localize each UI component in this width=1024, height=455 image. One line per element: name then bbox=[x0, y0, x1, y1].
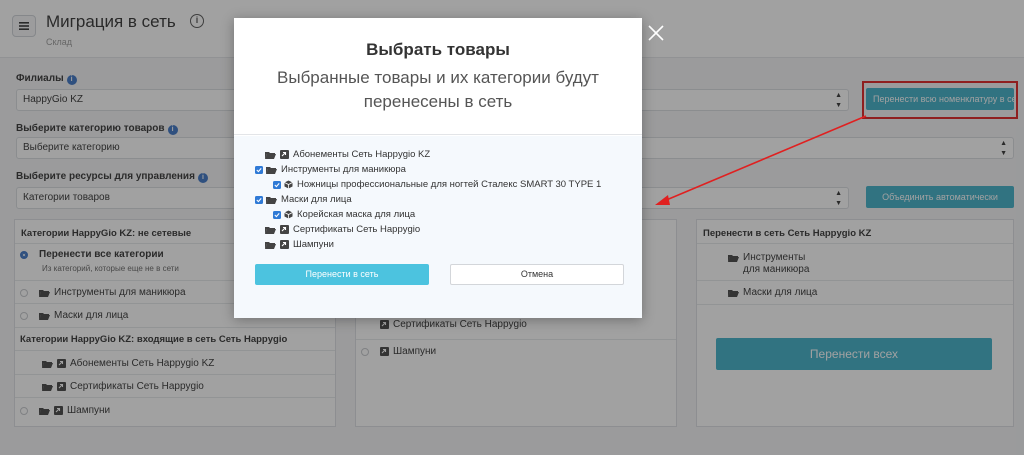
folder-open-icon bbox=[265, 151, 276, 159]
cube-icon bbox=[284, 210, 293, 219]
tree-item[interactable]: Маски для лица bbox=[255, 194, 352, 205]
folder-open-icon bbox=[266, 196, 277, 204]
checkbox-checked[interactable] bbox=[255, 195, 263, 204]
folder-open-icon bbox=[265, 226, 276, 234]
share-square-icon bbox=[280, 240, 289, 249]
checkbox-checked[interactable] bbox=[255, 165, 263, 174]
cancel-button[interactable]: Отмена bbox=[450, 264, 624, 285]
select-products-modal: Выбрать товары Выбранные товары и их кат… bbox=[234, 18, 642, 318]
tree-item[interactable]: Ножницы профессиональные для ногтей Стал… bbox=[273, 179, 601, 190]
modal-body: Абонементы Сеть Happygio KZ Инструменты … bbox=[234, 136, 642, 318]
tree-item-label: Корейская маска для лица bbox=[297, 209, 416, 220]
tree-item[interactable]: Абонементы Сеть Happygio KZ bbox=[265, 149, 430, 160]
folder-open-icon bbox=[266, 166, 277, 174]
tree-item[interactable]: Корейская маска для лица bbox=[273, 209, 415, 220]
tree-item[interactable]: Сертификаты Сеть Happygio bbox=[265, 224, 420, 235]
share-square-icon bbox=[280, 150, 289, 159]
checkbox-checked[interactable] bbox=[273, 180, 281, 189]
tree-item[interactable]: Шампуни bbox=[265, 239, 334, 250]
share-square-icon bbox=[280, 225, 289, 234]
tree-item-label: Ножницы профессиональные для ногтей Стал… bbox=[297, 179, 602, 190]
tree-item-label: Абонементы Сеть Happygio KZ bbox=[293, 149, 431, 160]
modal-subtitle: Выбранные товары и их категории будут пе… bbox=[277, 68, 599, 111]
close-icon[interactable] bbox=[647, 24, 665, 42]
tree-item-label: Шампуни bbox=[293, 239, 334, 250]
tree-item[interactable]: Инструменты для маникюра bbox=[255, 164, 406, 175]
tree-item-label: Инструменты для маникюра bbox=[281, 164, 406, 175]
cube-icon bbox=[284, 180, 293, 189]
modal-header: Выбрать товары Выбранные товары и их кат… bbox=[234, 18, 642, 135]
tree-item-label: Маски для лица bbox=[281, 194, 352, 205]
checkbox-checked[interactable] bbox=[273, 210, 281, 219]
tree-item-label: Сертификаты Сеть Happygio bbox=[293, 224, 421, 235]
transfer-to-network-button[interactable]: Перенести в сеть bbox=[255, 264, 429, 285]
folder-open-icon bbox=[265, 241, 276, 249]
modal-title: Выбрать товары bbox=[366, 40, 510, 59]
